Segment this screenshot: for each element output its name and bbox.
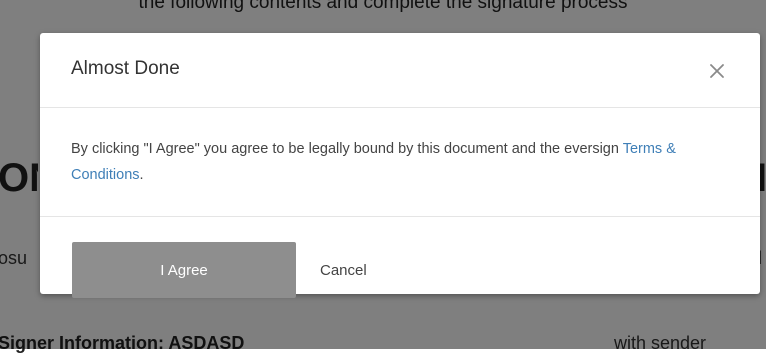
- agreement-text-end: .: [139, 167, 144, 183]
- i-agree-button[interactable]: I Agree: [72, 242, 296, 298]
- dialog-title: Almost Done: [71, 58, 180, 79]
- dialog-header: Almost Done: [40, 33, 760, 108]
- close-icon: [710, 64, 724, 78]
- dialog-footer: I Agree Cancel: [40, 217, 760, 298]
- close-button[interactable]: [703, 57, 731, 85]
- dialog-body: By clicking "I Agree" you agree to be le…: [40, 108, 760, 217]
- agreement-text: By clicking "I Agree" you agree to be le…: [71, 141, 623, 157]
- almost-done-dialog: Almost Done By clicking "I Agree" you ag…: [40, 33, 760, 298]
- legal-agreement-text: By clicking "I Agree" you agree to be le…: [71, 136, 691, 188]
- cancel-button[interactable]: Cancel: [320, 262, 367, 279]
